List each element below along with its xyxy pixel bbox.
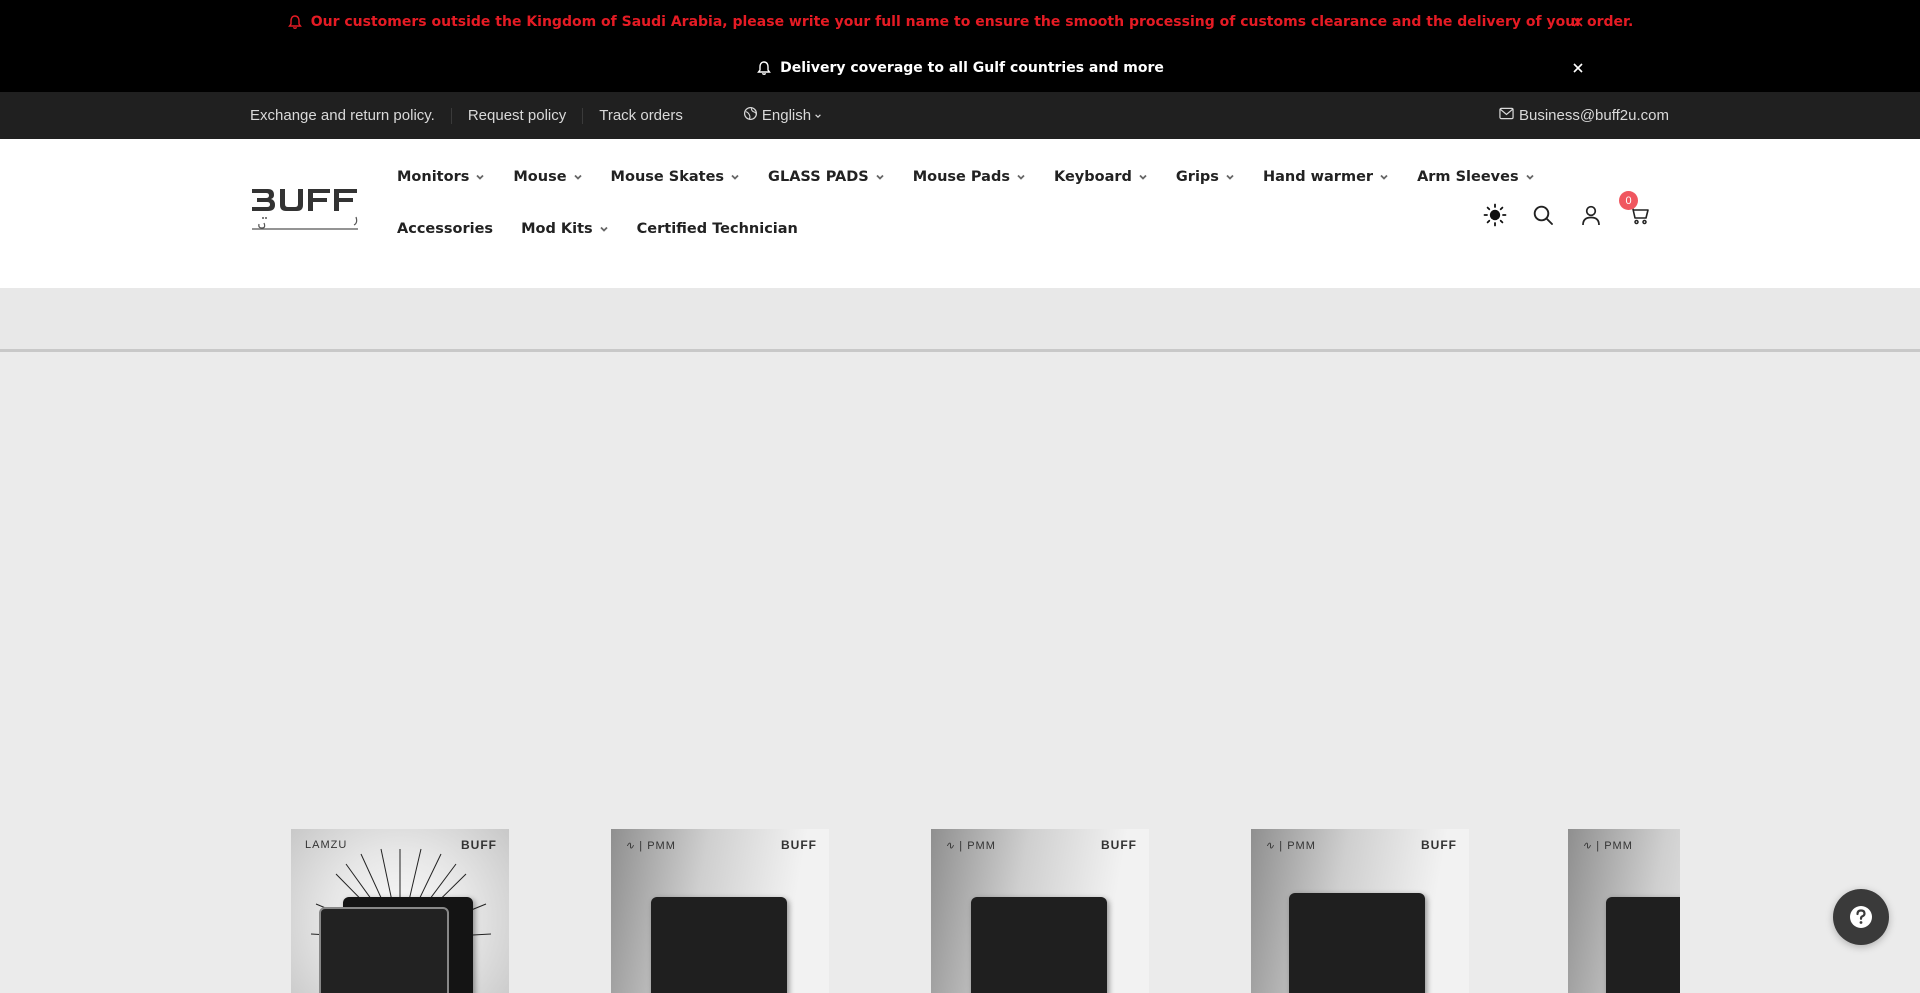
chevron-down-icon	[1016, 172, 1026, 182]
chevron-down-icon	[573, 172, 583, 182]
chevron-down-icon	[1225, 172, 1235, 182]
product-brand-text: | PMM	[1279, 840, 1316, 852]
chevron-down-icon	[730, 172, 740, 182]
nav-item-grips[interactable]: Grips	[1176, 169, 1235, 185]
product-card[interactable]: ∿ | PMM BUFF	[1251, 829, 1469, 993]
main-navigation: Monitors Mouse Mouse Skates GLASS PADS M…	[397, 164, 1534, 268]
nav-label: Certified Technician	[636, 221, 798, 237]
nav-item-certified-technician[interactable]: Certified Technician	[637, 221, 798, 237]
cart-count-badge: 0	[1619, 191, 1638, 210]
chevron-down-icon	[1138, 172, 1148, 182]
nav-row-1: Monitors Mouse Mouse Skates GLASS PADS M…	[397, 164, 1534, 190]
bell-icon	[756, 60, 772, 76]
bell-icon	[287, 14, 303, 30]
nav-label: GLASS PADS	[768, 169, 869, 185]
email-contact[interactable]: Business@buff2u.com	[1499, 92, 1669, 139]
mail-icon	[1499, 107, 1519, 124]
nav-item-mouse[interactable]: Mouse	[513, 169, 582, 185]
sun-icon[interactable]	[1483, 203, 1507, 227]
nav-label: Mouse	[513, 169, 567, 185]
help-button[interactable]	[1833, 889, 1889, 945]
mousepad-image	[319, 907, 449, 993]
product-brand-label: BUFF	[1421, 838, 1457, 852]
product-brand-text: | PMM	[639, 840, 676, 852]
pmm-logo-icon: ∿	[1582, 840, 1593, 852]
nav-label: Mouse Skates	[610, 169, 725, 185]
nav-label: Arm Sleeves	[1417, 169, 1519, 185]
mousepad-image	[651, 897, 787, 993]
hero-banner-strip	[0, 288, 1920, 352]
nav-item-monitors[interactable]: Monitors	[397, 169, 485, 185]
mousepad-image	[1606, 897, 1680, 993]
search-icon[interactable]	[1531, 203, 1555, 227]
announcement-row: Delivery coverage to all Gulf countries …	[0, 56, 1920, 80]
language-label: English	[761, 107, 812, 124]
product-card[interactable]: ∿ | PMM BUFF	[611, 829, 829, 993]
chevron-down-icon	[814, 112, 826, 120]
language-selector[interactable]: English	[743, 106, 826, 125]
nav-label: Accessories	[397, 221, 494, 237]
track-orders-link[interactable]: Track orders	[582, 107, 699, 124]
product-brand-label: ∿ | PMM	[625, 839, 676, 852]
utility-links: Exchange and return policy. Request poli…	[250, 92, 826, 139]
pmm-logo-icon: ∿	[625, 840, 636, 852]
product-brand-text: | PMM	[1596, 840, 1633, 852]
chevron-down-icon	[1379, 172, 1389, 182]
product-brand-label: LAMZU	[305, 839, 348, 851]
nav-item-accessories[interactable]: Accessories	[397, 221, 493, 237]
header-icons: 0	[1483, 191, 1651, 227]
help-icon	[1850, 906, 1872, 928]
nav-item-hand-warmer[interactable]: Hand warmer	[1263, 169, 1389, 185]
chevron-down-icon	[1525, 172, 1535, 182]
product-brand-label: BUFF	[1101, 838, 1137, 852]
user-icon[interactable]	[1579, 203, 1603, 227]
nav-label: Monitors	[397, 169, 470, 185]
utility-bar: Exchange and return policy. Request poli…	[0, 92, 1920, 139]
announcement-row: Our customers outside the Kingdom of Sau…	[0, 10, 1920, 34]
nav-label: Hand warmer	[1262, 169, 1374, 185]
close-icon[interactable]	[1570, 60, 1586, 76]
nav-item-arm-sleeves[interactable]: Arm Sleeves	[1417, 169, 1535, 185]
product-brand-label: BUFF	[461, 838, 497, 852]
cart-icon[interactable]: 0	[1619, 191, 1651, 227]
product-brand-label: BUFF	[781, 838, 817, 852]
close-icon[interactable]	[1570, 14, 1586, 30]
mousepad-image	[971, 897, 1107, 993]
exchange-return-link[interactable]: Exchange and return policy.	[250, 107, 451, 124]
product-card[interactable]: ∿ | PMM	[1568, 829, 1680, 993]
mousepad-image	[1289, 893, 1425, 993]
pmm-logo-icon: ∿	[945, 840, 956, 852]
nav-label: Mod Kits	[521, 221, 593, 237]
nav-item-mouse-pads[interactable]: Mouse Pads	[913, 169, 1026, 185]
request-policy-link[interactable]: Request policy	[450, 107, 582, 124]
chevron-down-icon	[475, 172, 485, 182]
product-card[interactable]: LAMZU BUFF	[291, 829, 509, 993]
nav-item-mod-kits[interactable]: Mod Kits	[521, 221, 609, 237]
product-brand-text: | PMM	[959, 840, 996, 852]
nav-label: Mouse Pads	[912, 169, 1010, 185]
announcement-text: Our customers outside the Kingdom of Sau…	[310, 14, 1634, 30]
nav-row-2: Accessories Mod Kits Certified Technicia…	[397, 216, 1467, 242]
nav-label: Keyboard	[1053, 169, 1132, 185]
nav-item-keyboard[interactable]: Keyboard	[1054, 169, 1148, 185]
product-brand-label: ∿ | PMM	[945, 839, 996, 852]
nav-item-glass-pads[interactable]: GLASS PADS	[768, 169, 885, 185]
globe-icon	[743, 106, 762, 125]
chevron-down-icon	[599, 224, 609, 234]
buff-logo[interactable]	[250, 187, 360, 235]
chevron-down-icon	[875, 172, 885, 182]
product-brand-label: ∿ | PMM	[1265, 839, 1316, 852]
product-card-clipped: ∿ | PMM	[1568, 829, 1680, 993]
main-header: Monitors Mouse Mouse Skates GLASS PADS M…	[0, 139, 1920, 288]
announcement-text: Delivery coverage to all Gulf countries …	[780, 60, 1164, 76]
nav-label: Grips	[1175, 169, 1219, 185]
announcement-bar: Our customers outside the Kingdom of Sau…	[0, 0, 1920, 92]
nav-item-mouse-skates[interactable]: Mouse Skates	[611, 169, 741, 185]
product-brand-label: ∿ | PMM	[1582, 839, 1633, 852]
product-card[interactable]: ∿ | PMM BUFF	[931, 829, 1149, 993]
product-carousel: LAMZU BUFF ∿ | PMM BUFF ∿ | PMM BUFF ∿ |…	[0, 829, 1920, 993]
pmm-logo-icon: ∿	[1265, 840, 1276, 852]
email-text: Business@buff2u.com	[1518, 107, 1669, 124]
